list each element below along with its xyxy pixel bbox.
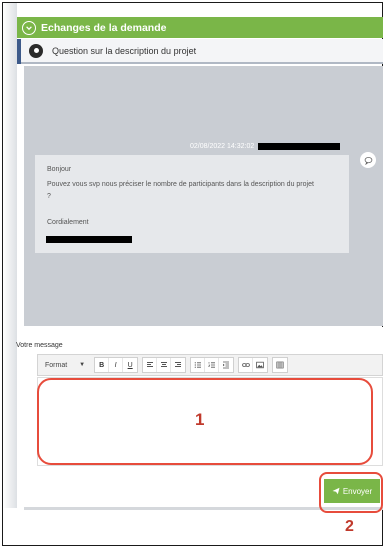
- message-meta: 02/08/2022 14:32:02: [190, 141, 341, 151]
- redacted-signature: [46, 236, 132, 243]
- question-icon: [29, 43, 43, 58]
- format-label: Format: [45, 361, 68, 369]
- thread-title: Question sur la description du projet: [52, 45, 197, 56]
- text-style-group: B I U: [94, 357, 139, 373]
- link-icon[interactable]: [239, 358, 254, 372]
- message-body-line: ?: [47, 193, 51, 200]
- insert-group: [238, 357, 269, 373]
- underline-button[interactable]: U: [123, 358, 137, 372]
- left-page-edge: [3, 3, 17, 508]
- italic-button[interactable]: I: [109, 358, 124, 372]
- thread-header[interactable]: Question sur la description du projet: [17, 39, 383, 64]
- indent-icon[interactable]: [219, 358, 233, 372]
- table-icon[interactable]: [273, 358, 287, 372]
- send-button-label: Envoyer: [342, 486, 373, 496]
- send-button[interactable]: Envoyer: [324, 479, 380, 503]
- message-body-line: Pouvez vous svp nous préciser le nombre …: [47, 181, 314, 188]
- bullet-list-icon[interactable]: [191, 358, 206, 372]
- format-select[interactable]: Format ▼: [40, 357, 90, 373]
- thread-accent-edge: [17, 39, 21, 64]
- section-header[interactable]: Echanges de la demande: [17, 17, 383, 38]
- list-group: [190, 357, 235, 373]
- numbered-list-icon[interactable]: [205, 358, 220, 372]
- align-left-icon[interactable]: [143, 358, 158, 372]
- table-group: [272, 357, 289, 373]
- reply-icon[interactable]: [360, 152, 376, 168]
- message-closing: Cordialement: [47, 219, 89, 226]
- align-right-icon[interactable]: [171, 358, 185, 372]
- composer-label: Votre message: [16, 342, 63, 349]
- align-center-icon[interactable]: [157, 358, 172, 372]
- bold-button[interactable]: B: [95, 358, 110, 372]
- message-datetime: 02/08/2022 14:32:02: [190, 142, 255, 150]
- dropdown-arrow-icon: ▼: [79, 362, 86, 368]
- editor-toolbar: Format ▼ B I U: [37, 354, 383, 376]
- annotation-number-2: 2: [345, 518, 354, 535]
- annotation-number-1: 1: [195, 410, 205, 429]
- annotation-box-editor: [37, 378, 373, 465]
- chevron-down-icon[interactable]: [22, 20, 36, 35]
- redacted-author: [258, 142, 341, 150]
- message-greeting: Bonjour: [47, 166, 72, 173]
- send-icon: [332, 487, 340, 495]
- alignment-group: [142, 357, 187, 373]
- message-bubble: Bonjour Pouvez vous svp nous préciser le…: [35, 155, 349, 253]
- section-title: Echanges de la demande: [41, 21, 167, 34]
- image-icon[interactable]: [253, 358, 267, 372]
